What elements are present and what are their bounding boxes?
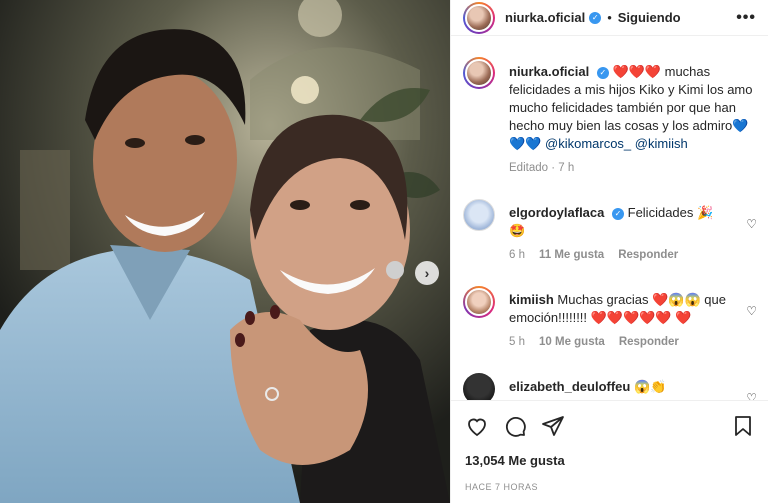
share-icon[interactable] (541, 414, 565, 438)
like-comment-icon[interactable]: ♡ (746, 191, 757, 264)
mention-kimiish[interactable]: @kimiish (635, 136, 688, 151)
reply-button[interactable]: Responder (618, 246, 678, 264)
post-timestamp[interactable]: Hace 7 horas (465, 482, 755, 492)
comment-item: elizabeth_deuloffeu 😱👏 ♡ (463, 365, 757, 400)
comment-time: 6 h (509, 249, 525, 261)
caption-time: 7 h (558, 162, 575, 174)
commenter-avatar[interactable] (463, 286, 495, 318)
like-heart-icon[interactable] (465, 414, 489, 438)
author-avatar[interactable] (463, 1, 495, 34)
like-comment-icon[interactable]: ♡ (746, 365, 757, 400)
comment-item: elgordoylaflaca ✓ Felicidades 🎉 🤩 6 h 11… (463, 191, 757, 264)
commenter-avatar[interactable] (463, 373, 495, 400)
comment-text: 😱👏 (633, 379, 667, 394)
caption-avatar[interactable] (463, 57, 495, 89)
post-header: niurka.oficial ✓ • Siguiendo ••• (451, 0, 768, 36)
comment-time: 5 h (509, 336, 525, 348)
commenter-avatar[interactable] (463, 199, 495, 231)
comment-likes[interactable]: 10 Me gusta (539, 333, 605, 351)
post-actions: 13,054 Me gusta Hace 7 horas (451, 400, 768, 503)
header-separator: • (607, 10, 612, 25)
comment-item: kimiish Muchas gracias ❤️😱😱 que emoción!… (463, 278, 757, 351)
verified-icon: ✓ (589, 11, 602, 24)
likes-count[interactable]: 13,054 Me gusta (465, 453, 755, 468)
more-options-icon[interactable]: ••• (736, 9, 756, 27)
verified-icon: ✓ (612, 207, 624, 220)
like-comment-icon[interactable]: ♡ (746, 278, 757, 351)
comments-list[interactable]: niurka.oficial ✓ ❤️❤️❤️ muchas felicidad… (451, 47, 768, 400)
edited-label: Editado (509, 162, 549, 174)
author-username[interactable]: niurka.oficial (505, 10, 585, 25)
verified-icon: ✓ (596, 66, 609, 79)
follow-button[interactable]: Siguiendo (618, 10, 681, 25)
comment-meta: 6 h 11 Me gusta Responder (509, 246, 746, 264)
bookmark-icon[interactable] (731, 414, 755, 438)
mention-kikomarcos[interactable]: @kikomarcos_ (545, 136, 631, 151)
post-image (0, 0, 450, 503)
post-panel: niurka.oficial ✓ • Siguiendo ••• niurka.… (450, 0, 768, 503)
post-caption: niurka.oficial ✓ ❤️❤️❤️ muchas felicidad… (463, 47, 757, 177)
comment-meta: 5 h 10 Me gusta Responder (509, 333, 746, 351)
comment-icon[interactable] (503, 414, 527, 438)
post-photo[interactable]: › (0, 0, 450, 503)
comment-likes[interactable]: 11 Me gusta (539, 246, 604, 264)
reply-button[interactable]: Responder (619, 333, 679, 351)
caption-username[interactable]: niurka.oficial (509, 64, 589, 79)
carousel-next-button[interactable]: › (415, 261, 439, 285)
comment-username[interactable]: kimiish (509, 292, 554, 307)
comment-username[interactable]: elgordoylaflaca (509, 205, 604, 220)
caption-meta: Editado · 7 h (509, 162, 575, 174)
comment-username[interactable]: elizabeth_deuloffeu (509, 379, 630, 394)
caption-hearts: ❤️❤️❤️ (612, 64, 662, 79)
